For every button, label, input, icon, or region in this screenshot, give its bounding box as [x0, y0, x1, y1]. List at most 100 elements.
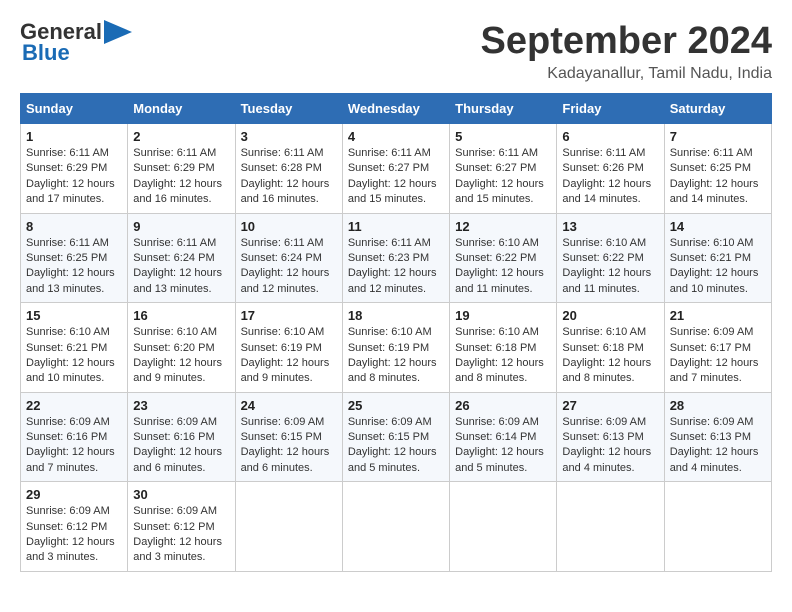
day-number: 22	[26, 398, 122, 413]
day-number: 11	[348, 219, 444, 234]
day-info: Sunrise: 6:10 AMSunset: 6:18 PMDaylight:…	[455, 326, 544, 384]
calendar-cell: 2 Sunrise: 6:11 AMSunset: 6:29 PMDayligh…	[128, 124, 235, 214]
day-info: Sunrise: 6:11 AMSunset: 6:27 PMDaylight:…	[348, 147, 437, 205]
calendar-cell: 15 Sunrise: 6:10 AMSunset: 6:21 PMDaylig…	[21, 303, 128, 393]
calendar-cell	[557, 482, 664, 572]
calendar-week-row: 8 Sunrise: 6:11 AMSunset: 6:25 PMDayligh…	[21, 213, 772, 303]
day-number: 12	[455, 219, 551, 234]
day-info: Sunrise: 6:10 AMSunset: 6:19 PMDaylight:…	[348, 326, 437, 384]
calendar-cell: 14 Sunrise: 6:10 AMSunset: 6:21 PMDaylig…	[664, 213, 771, 303]
title-area: September 2024 Kadayanallur, Tamil Nadu,…	[481, 20, 773, 83]
day-info: Sunrise: 6:10 AMSunset: 6:20 PMDaylight:…	[133, 326, 222, 384]
day-number: 14	[670, 219, 766, 234]
day-number: 29	[26, 487, 122, 502]
day-info: Sunrise: 6:10 AMSunset: 6:21 PMDaylight:…	[670, 237, 759, 295]
calendar-header-row: SundayMondayTuesdayWednesdayThursdayFrid…	[21, 94, 772, 124]
day-info: Sunrise: 6:09 AMSunset: 6:12 PMDaylight:…	[26, 505, 115, 563]
calendar-cell: 23 Sunrise: 6:09 AMSunset: 6:16 PMDaylig…	[128, 392, 235, 482]
day-number: 24	[241, 398, 337, 413]
calendar-cell: 10 Sunrise: 6:11 AMSunset: 6:24 PMDaylig…	[235, 213, 342, 303]
day-number: 20	[562, 308, 658, 323]
day-info: Sunrise: 6:11 AMSunset: 6:29 PMDaylight:…	[133, 147, 222, 205]
day-number: 17	[241, 308, 337, 323]
calendar-cell: 7 Sunrise: 6:11 AMSunset: 6:25 PMDayligh…	[664, 124, 771, 214]
logo-arrow-icon	[104, 20, 132, 44]
page-header: General Blue September 2024 Kadayanallur…	[20, 20, 772, 83]
day-number: 1	[26, 129, 122, 144]
day-info: Sunrise: 6:11 AMSunset: 6:25 PMDaylight:…	[26, 237, 115, 295]
day-number: 6	[562, 129, 658, 144]
calendar-cell: 30 Sunrise: 6:09 AMSunset: 6:12 PMDaylig…	[128, 482, 235, 572]
calendar-cell: 4 Sunrise: 6:11 AMSunset: 6:27 PMDayligh…	[342, 124, 449, 214]
calendar-week-row: 1 Sunrise: 6:11 AMSunset: 6:29 PMDayligh…	[21, 124, 772, 214]
day-info: Sunrise: 6:11 AMSunset: 6:29 PMDaylight:…	[26, 147, 115, 205]
day-info: Sunrise: 6:09 AMSunset: 6:15 PMDaylight:…	[348, 416, 437, 474]
day-number: 18	[348, 308, 444, 323]
day-number: 19	[455, 308, 551, 323]
day-number: 9	[133, 219, 229, 234]
calendar-cell	[235, 482, 342, 572]
day-number: 28	[670, 398, 766, 413]
calendar-cell: 9 Sunrise: 6:11 AMSunset: 6:24 PMDayligh…	[128, 213, 235, 303]
day-info: Sunrise: 6:10 AMSunset: 6:22 PMDaylight:…	[562, 237, 651, 295]
column-header-saturday: Saturday	[664, 94, 771, 124]
column-header-sunday: Sunday	[21, 94, 128, 124]
day-info: Sunrise: 6:10 AMSunset: 6:21 PMDaylight:…	[26, 326, 115, 384]
calendar-cell: 3 Sunrise: 6:11 AMSunset: 6:28 PMDayligh…	[235, 124, 342, 214]
calendar-cell: 19 Sunrise: 6:10 AMSunset: 6:18 PMDaylig…	[450, 303, 557, 393]
calendar-cell	[450, 482, 557, 572]
calendar-cell: 22 Sunrise: 6:09 AMSunset: 6:16 PMDaylig…	[21, 392, 128, 482]
day-info: Sunrise: 6:11 AMSunset: 6:24 PMDaylight:…	[241, 237, 330, 295]
day-number: 25	[348, 398, 444, 413]
logo-blue: Blue	[22, 40, 70, 66]
column-header-friday: Friday	[557, 94, 664, 124]
day-info: Sunrise: 6:11 AMSunset: 6:27 PMDaylight:…	[455, 147, 544, 205]
calendar-cell: 21 Sunrise: 6:09 AMSunset: 6:17 PMDaylig…	[664, 303, 771, 393]
day-number: 23	[133, 398, 229, 413]
calendar-cell: 12 Sunrise: 6:10 AMSunset: 6:22 PMDaylig…	[450, 213, 557, 303]
day-info: Sunrise: 6:10 AMSunset: 6:19 PMDaylight:…	[241, 326, 330, 384]
day-number: 26	[455, 398, 551, 413]
column-header-thursday: Thursday	[450, 94, 557, 124]
day-number: 27	[562, 398, 658, 413]
calendar-cell	[342, 482, 449, 572]
day-number: 8	[26, 219, 122, 234]
day-info: Sunrise: 6:09 AMSunset: 6:16 PMDaylight:…	[133, 416, 222, 474]
calendar-cell: 20 Sunrise: 6:10 AMSunset: 6:18 PMDaylig…	[557, 303, 664, 393]
day-number: 2	[133, 129, 229, 144]
calendar-cell	[664, 482, 771, 572]
day-number: 15	[26, 308, 122, 323]
day-number: 3	[241, 129, 337, 144]
calendar-cell: 27 Sunrise: 6:09 AMSunset: 6:13 PMDaylig…	[557, 392, 664, 482]
logo: General Blue	[20, 20, 132, 66]
column-header-wednesday: Wednesday	[342, 94, 449, 124]
calendar-week-row: 15 Sunrise: 6:10 AMSunset: 6:21 PMDaylig…	[21, 303, 772, 393]
calendar-cell: 1 Sunrise: 6:11 AMSunset: 6:29 PMDayligh…	[21, 124, 128, 214]
calendar-table: SundayMondayTuesdayWednesdayThursdayFrid…	[20, 93, 772, 572]
day-info: Sunrise: 6:09 AMSunset: 6:16 PMDaylight:…	[26, 416, 115, 474]
day-info: Sunrise: 6:10 AMSunset: 6:22 PMDaylight:…	[455, 237, 544, 295]
calendar-cell: 16 Sunrise: 6:10 AMSunset: 6:20 PMDaylig…	[128, 303, 235, 393]
day-number: 7	[670, 129, 766, 144]
calendar-cell: 26 Sunrise: 6:09 AMSunset: 6:14 PMDaylig…	[450, 392, 557, 482]
calendar-cell: 25 Sunrise: 6:09 AMSunset: 6:15 PMDaylig…	[342, 392, 449, 482]
day-info: Sunrise: 6:09 AMSunset: 6:13 PMDaylight:…	[562, 416, 651, 474]
day-info: Sunrise: 6:11 AMSunset: 6:25 PMDaylight:…	[670, 147, 759, 205]
day-info: Sunrise: 6:09 AMSunset: 6:12 PMDaylight:…	[133, 505, 222, 563]
day-number: 30	[133, 487, 229, 502]
month-title: September 2024	[481, 20, 773, 63]
day-info: Sunrise: 6:10 AMSunset: 6:18 PMDaylight:…	[562, 326, 651, 384]
location-title: Kadayanallur, Tamil Nadu, India	[481, 65, 773, 83]
calendar-cell: 5 Sunrise: 6:11 AMSunset: 6:27 PMDayligh…	[450, 124, 557, 214]
calendar-cell: 28 Sunrise: 6:09 AMSunset: 6:13 PMDaylig…	[664, 392, 771, 482]
day-info: Sunrise: 6:09 AMSunset: 6:15 PMDaylight:…	[241, 416, 330, 474]
day-number: 16	[133, 308, 229, 323]
day-info: Sunrise: 6:09 AMSunset: 6:14 PMDaylight:…	[455, 416, 544, 474]
day-info: Sunrise: 6:11 AMSunset: 6:23 PMDaylight:…	[348, 237, 437, 295]
calendar-week-row: 22 Sunrise: 6:09 AMSunset: 6:16 PMDaylig…	[21, 392, 772, 482]
day-info: Sunrise: 6:09 AMSunset: 6:13 PMDaylight:…	[670, 416, 759, 474]
day-info: Sunrise: 6:11 AMSunset: 6:26 PMDaylight:…	[562, 147, 651, 205]
day-number: 13	[562, 219, 658, 234]
calendar-cell: 18 Sunrise: 6:10 AMSunset: 6:19 PMDaylig…	[342, 303, 449, 393]
calendar-cell: 29 Sunrise: 6:09 AMSunset: 6:12 PMDaylig…	[21, 482, 128, 572]
